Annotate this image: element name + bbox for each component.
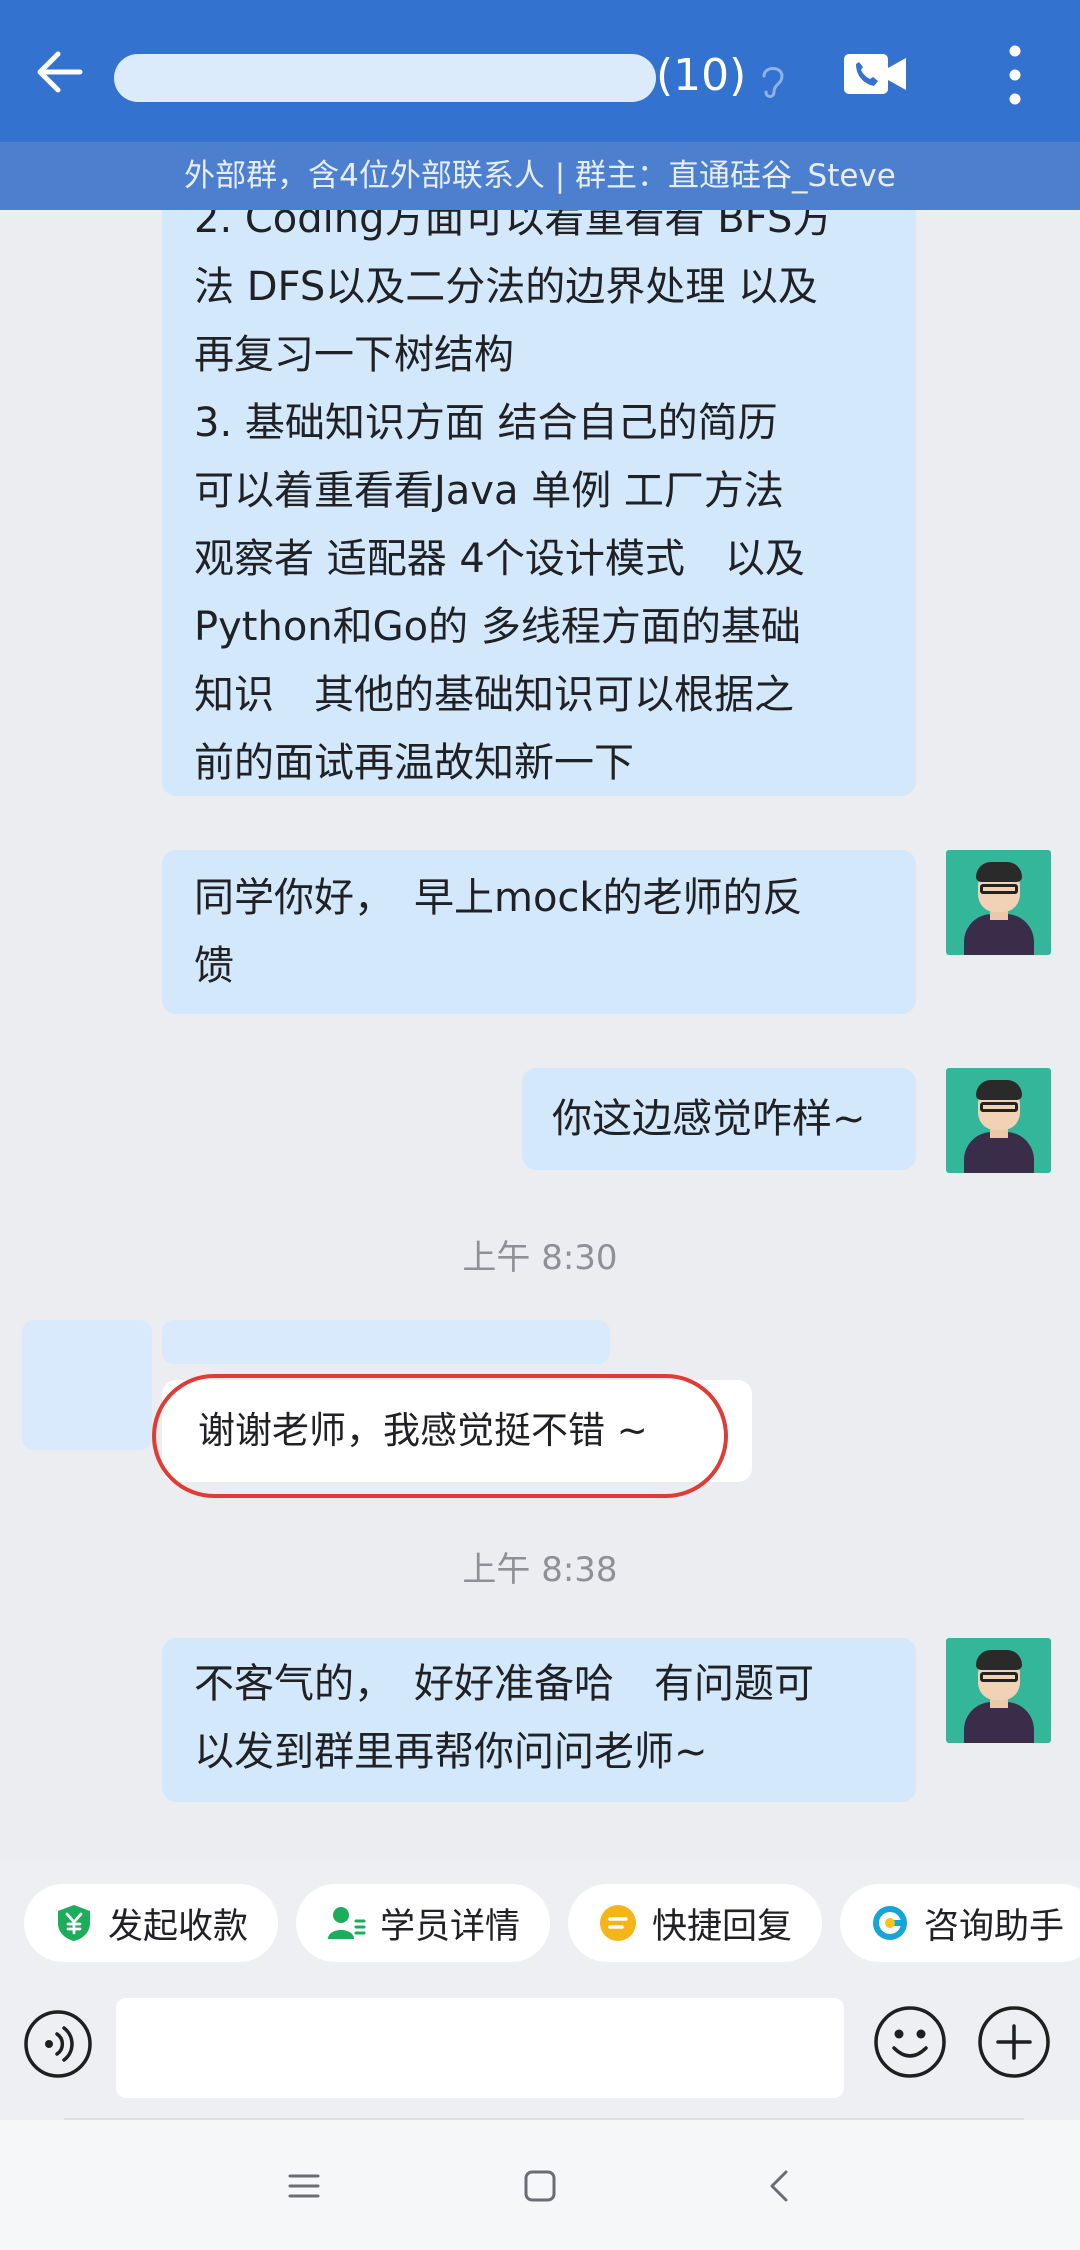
message-timestamp: 上午 8:38: [462, 1550, 618, 1590]
member-count: (10): [656, 50, 747, 101]
message-line: 可以着重看看Java 单例 工厂方法: [194, 468, 784, 514]
message-bubble[interactable]: 不客气的， 好好准备哈 有问题可 以发到群里再帮你问问老师~: [162, 1638, 916, 1802]
group-info-bar[interactable]: 外部群，含4位外部联系人 | 群主：直通硅谷_Steve: [0, 142, 1080, 210]
highlight-circle: [152, 1374, 728, 1498]
student-details-button[interactable]: 学员详情: [296, 1884, 550, 1962]
quick-actions-bar: 发起收款 学员详情 快捷回复 咨询助手: [0, 1860, 1080, 1986]
message-line: 以发到群里再帮你问问老师~: [194, 1729, 708, 1775]
student-profile-icon: [328, 1907, 366, 1939]
message-line: 前的面试再温故知新一下: [194, 740, 634, 786]
voice-input-icon[interactable]: [22, 2008, 94, 2080]
avatar[interactable]: [946, 1638, 1051, 1743]
message-text: 你这边感觉咋样~: [552, 1096, 866, 1142]
system-navigation-bar: [0, 2120, 1080, 2250]
add-attachment-icon[interactable]: [976, 2004, 1052, 2080]
message-line: 法 DFS以及二分法的边界处理 以及: [194, 264, 818, 310]
message-line: 馈: [194, 943, 234, 989]
sender-name-redacted: [162, 1320, 610, 1364]
home-icon[interactable]: [516, 2162, 564, 2210]
payment-shield-icon: [58, 1905, 90, 1941]
message-bubble[interactable]: 同学你好， 早上mock的老师的反 馈: [162, 850, 916, 1014]
message-bubble[interactable]: 你这边感觉咋样~: [522, 1068, 916, 1170]
chip-label: 快捷回复: [652, 1906, 793, 1947]
quick-reply-button[interactable]: 快捷回复: [568, 1884, 822, 1962]
chip-label: 学员详情: [380, 1906, 521, 1947]
chip-label: 咨询助手: [924, 1906, 1065, 1947]
avatar[interactable]: [946, 850, 1051, 955]
message-timestamp: 上午 8:30: [462, 1238, 618, 1278]
ear-icon: [762, 67, 784, 98]
back-icon[interactable]: [756, 2162, 804, 2210]
composer-bar: [0, 1986, 1080, 2120]
message-input[interactable]: [116, 1998, 844, 2098]
message-line: 同学你好， 早上mock的老师的反: [194, 875, 803, 921]
chat-area[interactable]: 2. Coding方面可以着重看看 BFS方 法 DFS以及二分法的边界处理 以…: [0, 210, 1080, 1860]
group-name-redacted: [114, 54, 656, 102]
message-bubble[interactable]: 2. Coding方面可以着重看看 BFS方 法 DFS以及二分法的边界处理 以…: [162, 210, 916, 796]
quick-reply-icon: [600, 1905, 636, 1941]
start-payment-button[interactable]: 发起收款: [24, 1884, 278, 1962]
sender-avatar-redacted[interactable]: [22, 1320, 152, 1450]
back-arrow-icon[interactable]: [30, 42, 90, 102]
message-line: Python和Go的 多线程方面的基础: [194, 604, 801, 650]
recent-apps-icon[interactable]: [280, 2162, 328, 2210]
phone-video-call-icon[interactable]: [842, 48, 910, 100]
consult-assistant-button[interactable]: 咨询助手: [840, 1884, 1080, 1962]
emoji-icon[interactable]: [872, 2004, 948, 2080]
chat-header: (10): [0, 0, 1080, 142]
avatar[interactable]: [946, 1068, 1051, 1173]
consult-assistant-icon: [873, 1906, 907, 1940]
message-line: 2. Coding方面可以着重看看 BFS方: [194, 210, 833, 242]
message-line: 观察者 适配器 4个设计模式 以及: [194, 536, 805, 582]
more-vertical-icon[interactable]: [1000, 42, 1030, 108]
message-line: 知识 其他的基础知识可以根据之: [194, 672, 794, 718]
message-line: 不客气的， 好好准备哈 有问题可: [194, 1661, 814, 1707]
chip-label: 发起收款: [108, 1906, 249, 1947]
message-line: 再复习一下树结构: [194, 332, 514, 378]
message-line: 3. 基础知识方面 结合自己的简历: [194, 400, 778, 446]
